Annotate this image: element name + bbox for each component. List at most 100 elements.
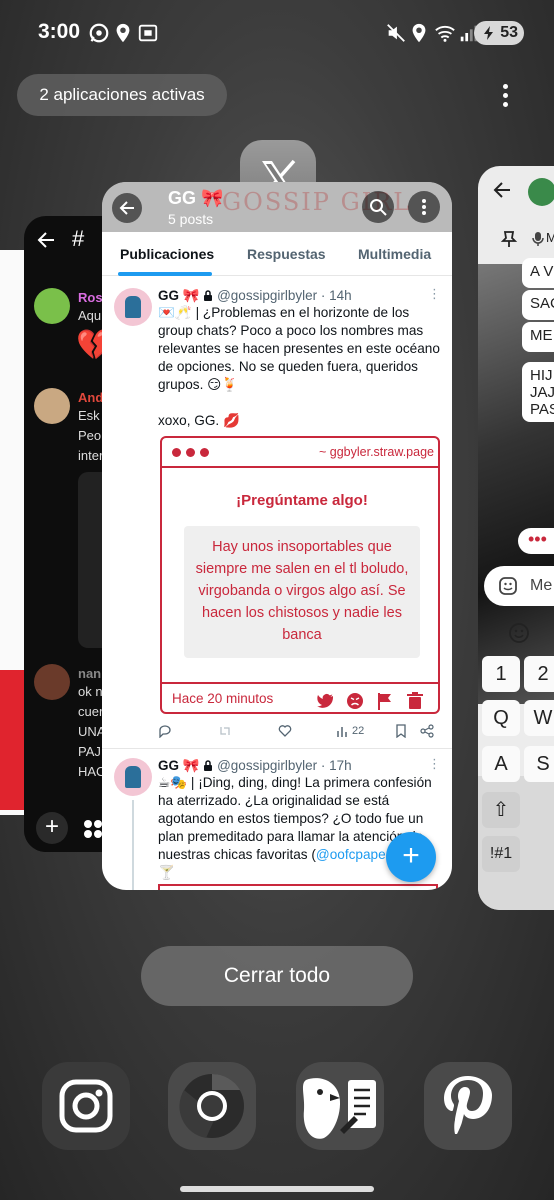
link-card[interactable]: ~ ggbyler.straw.page ¡Pregúntame algo! H… — [160, 436, 440, 714]
mute-icon — [387, 24, 405, 42]
avatar[interactable] — [114, 288, 152, 326]
back-arrow-icon[interactable] — [492, 180, 512, 200]
more-options-icon[interactable] — [493, 80, 517, 112]
recent-app-card-x[interactable]: GOSSIP GIRL GG 🎀 5 posts Publicaciones R… — [102, 182, 452, 890]
apps-icon[interactable] — [82, 818, 104, 840]
tab-multimedia[interactable]: Multimedia — [358, 246, 431, 262]
pinterest-icon[interactable] — [424, 1062, 512, 1150]
emoji-keyboard-icon[interactable] — [508, 622, 530, 644]
microphone-icon — [532, 232, 544, 246]
tweet-text-end: 🍸 — [158, 865, 175, 880]
close-all-button[interactable]: Cerrar todo — [141, 946, 413, 1006]
symbols-key[interactable]: !#1 — [482, 836, 520, 872]
avatar[interactable] — [114, 758, 152, 796]
back-arrow-icon[interactable] — [36, 230, 56, 250]
message-author: nan — [78, 666, 102, 681]
embed-bar: ~ ggbyler.straw.page — [162, 438, 438, 468]
key-w[interactable]: W — [524, 700, 554, 736]
posts-count: 5 posts — [168, 211, 214, 227]
embed-footer: Hace 20 minutos — [162, 682, 438, 712]
sticker-icon[interactable] — [498, 576, 518, 596]
add-icon[interactable]: + — [36, 812, 68, 844]
message-bubble: HIJ JAJ PAS — [522, 362, 554, 422]
lock-icon — [204, 290, 213, 301]
avatar — [528, 178, 554, 206]
author-name[interactable]: GG 🎀 — [158, 288, 200, 303]
more-button[interactable] — [408, 191, 440, 223]
key-s[interactable]: S — [524, 746, 554, 782]
recent-app-card-chat-right[interactable]: M A V SAC ME HIJ JAJ PAS ••• Me 1 2 Q W … — [478, 166, 554, 910]
channel-hash: # — [72, 226, 85, 251]
reactions-pill[interactable]: ••• — [518, 528, 554, 554]
compose-tweet-button[interactable]: + — [386, 832, 436, 882]
share-icon[interactable] — [420, 724, 434, 738]
author-handle[interactable]: @gossipgirlbyler — [217, 288, 317, 303]
key-1[interactable]: 1 — [482, 656, 520, 692]
message-author: And — [78, 390, 104, 405]
tweet-more-icon[interactable]: ⋮ — [428, 286, 441, 302]
screenshot-icon — [138, 24, 158, 42]
location-icon — [116, 23, 130, 43]
tab-publicaciones[interactable]: Publicaciones — [120, 246, 214, 262]
reply-icon[interactable] — [158, 724, 172, 738]
recent-app-card-far-left[interactable] — [0, 250, 26, 815]
tweet-time: 17h — [329, 758, 352, 773]
key-a[interactable]: A — [482, 746, 520, 782]
tweet-time: 14h — [329, 288, 352, 303]
lock-icon — [204, 760, 213, 771]
tweet-header: GG 🎀 @gossipgirlbyler · 14h — [158, 288, 352, 303]
back-arrow-icon — [119, 201, 134, 215]
navigation-handle[interactable] — [180, 1186, 374, 1192]
active-tab-indicator — [118, 272, 212, 276]
message-text: Esk Peo inter — [78, 408, 104, 463]
views-count: 22 — [352, 725, 365, 737]
tab-respuestas[interactable]: Respuestas — [247, 246, 326, 262]
profile-title: GG 🎀 — [168, 188, 224, 208]
pinned-label: M — [546, 230, 554, 245]
active-apps-button[interactable]: 2 aplicaciones activas — [17, 74, 227, 116]
tweet-header: GG 🎀 @gossipgirlbyler · 17h — [158, 758, 352, 773]
whatsapp-icon — [89, 23, 109, 43]
tweet-more-icon[interactable]: ⋮ — [428, 756, 441, 772]
tweet-text: 💌🥂 | ¿Problemas en el horizonte de los g… — [158, 305, 440, 428]
back-button[interactable] — [112, 193, 142, 223]
compose-field[interactable]: Me — [484, 566, 554, 606]
search-icon — [370, 199, 387, 216]
vertical-dots-icon — [422, 199, 426, 215]
bird-app-icon[interactable] — [296, 1062, 384, 1150]
like-icon[interactable] — [278, 724, 292, 738]
embed-url: ~ ggbyler.straw.page — [318, 445, 434, 459]
tweet[interactable]: GG 🎀 @gossipgirlbyler · 14h ⋮ 💌🥂 | ¿Prob… — [102, 278, 452, 748]
instagram-icon[interactable] — [42, 1062, 130, 1150]
mention-link[interactable]: @oofcpaper — [316, 847, 390, 862]
embed-time: Hace 20 minutos — [172, 691, 274, 706]
battery-level: 53 — [500, 24, 518, 41]
message-bubble: ME — [522, 322, 554, 352]
embed-title: ¡Pregúntame algo! — [236, 492, 368, 509]
charging-icon — [484, 26, 493, 40]
twitter-bird-icon — [317, 694, 333, 708]
views-icon[interactable] — [336, 724, 350, 738]
bookmark-icon[interactable] — [394, 724, 408, 738]
key-q[interactable]: Q — [482, 700, 520, 736]
link-card-preview[interactable] — [158, 884, 438, 890]
key-2[interactable]: 2 — [524, 656, 554, 692]
angry-face-icon — [347, 693, 363, 709]
chrome-icon[interactable] — [168, 1062, 256, 1150]
shift-key[interactable]: ⇧ — [482, 792, 520, 828]
battery-indicator: 53 — [474, 21, 524, 45]
retweet-icon[interactable] — [218, 724, 232, 738]
location-icon — [412, 23, 426, 43]
author-handle[interactable]: @gossipgirlbyler — [217, 758, 317, 773]
trash-icon — [407, 692, 423, 709]
embed-message: Hay unos insoportables que siempre me sa… — [184, 526, 420, 658]
avatar — [34, 288, 70, 324]
profile-header: GOSSIP GIRL GG 🎀 5 posts — [102, 182, 452, 232]
status-time: 3:00 — [38, 20, 81, 43]
profile-tabs: Publicaciones Respuestas Multimedia — [102, 232, 452, 276]
flag-icon — [378, 693, 391, 710]
compose-placeholder: Me — [530, 577, 553, 594]
pin-icon[interactable] — [500, 230, 518, 248]
search-button[interactable] — [362, 191, 394, 223]
author-name[interactable]: GG 🎀 — [158, 758, 200, 773]
